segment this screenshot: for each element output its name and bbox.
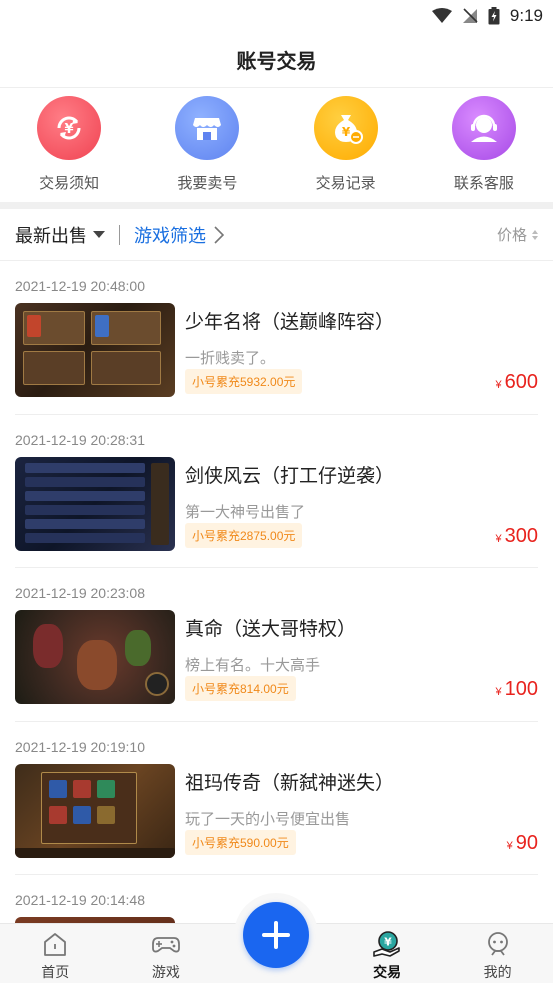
header: 账号交易 xyxy=(0,32,553,88)
sell-account-label: 我要卖号 xyxy=(177,175,238,192)
currency-symbol: ¥ xyxy=(506,839,513,852)
listing-description: 玩了一天的小号便宜出售 xyxy=(185,810,351,828)
plus-icon xyxy=(262,921,290,949)
tab-trade-label: 交易 xyxy=(373,964,402,980)
listing-date: 2021-12-19 20:48:00 xyxy=(15,278,145,294)
fab-container xyxy=(234,893,318,977)
trade-icon: ¥ xyxy=(373,931,400,957)
section-divider xyxy=(0,202,553,209)
quick-actions: ¥ 交易须知 我要卖号 ¥ 交易记录 联系客服 xyxy=(0,88,553,202)
listing-price: ¥100 xyxy=(496,678,539,701)
currency-symbol: ¥ xyxy=(495,686,502,698)
headset-icon xyxy=(451,96,516,160)
tab-games-label: 游戏 xyxy=(151,964,180,980)
listing-item[interactable]: 2021-12-19 20:48:00 少年名将（送巅峰阵容） 一折贱卖了。 小… xyxy=(15,261,538,415)
filter-bar: 最新出售 游戏筛选 价格 xyxy=(0,209,553,261)
listing-title: 祖玛传奇（新弑神迷失） xyxy=(185,772,395,794)
sort-icon xyxy=(532,229,538,240)
recharge-badge: 小号累充590.00元 xyxy=(185,829,296,855)
listing-date: 2021-12-19 20:28:31 xyxy=(15,431,145,448)
status-bar: 9:19 xyxy=(0,0,553,32)
svg-text:¥: ¥ xyxy=(65,122,74,137)
currency-symbol: ¥ xyxy=(495,532,502,545)
trade-records-label: 交易记录 xyxy=(315,175,376,192)
trade-notice-label: 交易须知 xyxy=(39,175,100,192)
listing-date: 2021-12-19 20:19:10 xyxy=(15,738,145,755)
profile-icon xyxy=(487,932,508,956)
home-icon xyxy=(44,933,67,956)
price-value: 300 xyxy=(504,524,538,547)
caret-down-icon xyxy=(93,231,105,238)
currency-symbol: ¥ xyxy=(495,379,502,391)
tab-home[interactable]: 首页 xyxy=(0,924,111,983)
no-signal-icon xyxy=(462,8,478,23)
gamepad-icon xyxy=(151,937,180,953)
listing-description: 一折贱卖了。 xyxy=(185,350,276,367)
filter-divider xyxy=(119,224,120,245)
tab-profile[interactable]: 我的 xyxy=(442,924,553,983)
listing-title: 少年名将（送巅峰阵容） xyxy=(185,312,395,333)
price-sort-button[interactable]: 价格 xyxy=(497,224,538,245)
recharge-badge: 小号累充5932.00元 xyxy=(185,369,303,394)
customer-service-label: 联系客服 xyxy=(453,175,514,192)
listing-thumbnail xyxy=(15,610,175,704)
sell-account-button[interactable]: 我要卖号 xyxy=(142,96,272,193)
listing-item[interactable]: 2021-12-19 20:23:08 真命（送大哥特权） 榜上有名。十大高手 … xyxy=(15,568,538,722)
chevron-right-icon xyxy=(214,225,224,244)
recharge-badge: 小号累充2875.00元 xyxy=(185,522,303,548)
wifi-icon xyxy=(431,8,452,23)
game-filter-label: 游戏筛选 xyxy=(134,225,206,246)
game-filter-button[interactable]: 游戏筛选 xyxy=(134,222,224,248)
listing-thumbnail xyxy=(15,763,175,858)
listing-thumbnail xyxy=(15,303,175,397)
shop-icon xyxy=(175,96,240,160)
price-value: 90 xyxy=(515,831,538,854)
listing-price: ¥90 xyxy=(507,832,538,855)
latest-sale-dropdown[interactable]: 最新出售 xyxy=(15,222,105,248)
customer-service-button[interactable]: 联系客服 xyxy=(419,96,549,193)
tab-profile-label: 我的 xyxy=(483,964,512,980)
price-value: 100 xyxy=(504,678,538,700)
listing-item[interactable]: 2021-12-19 20:19:10 祖玛传奇（新弑神迷失） 玩了一天的小号便… xyxy=(15,722,538,875)
tab-home-label: 首页 xyxy=(41,964,70,980)
status-time: 9:19 xyxy=(509,6,543,25)
trade-notice-button[interactable]: ¥ 交易须知 xyxy=(4,96,134,193)
listing-list: 2021-12-19 20:48:00 少年名将（送巅峰阵容） 一折贱卖了。 小… xyxy=(0,261,553,983)
listing-price: ¥300 xyxy=(496,525,539,548)
listing-date: 2021-12-19 20:23:08 xyxy=(15,585,145,601)
listing-description: 第一大神号出售了 xyxy=(185,503,306,521)
battery-icon xyxy=(488,7,500,25)
latest-sale-label: 最新出售 xyxy=(15,225,87,246)
listing-price: ¥600 xyxy=(496,371,539,394)
tab-trade[interactable]: ¥ 交易 xyxy=(332,924,443,983)
refresh-yen-icon: ¥ xyxy=(37,96,102,160)
price-value: 600 xyxy=(504,371,538,393)
listing-thumbnail xyxy=(15,456,175,551)
add-listing-button[interactable] xyxy=(243,902,309,968)
trade-records-button[interactable]: ¥ 交易记录 xyxy=(281,96,411,193)
recharge-badge: 小号累充814.00元 xyxy=(185,676,296,701)
money-bag-icon: ¥ xyxy=(313,96,378,160)
listing-item[interactable]: 2021-12-19 20:28:31 剑侠风云（打工仔逆袭） 第一大神号出售了… xyxy=(15,415,539,568)
listing-title: 剑侠风云（打工仔逆袭） xyxy=(185,465,395,487)
price-sort-label: 价格 xyxy=(496,227,527,244)
listing-description: 榜上有名。十大高手 xyxy=(185,657,321,674)
svg-text:¥: ¥ xyxy=(384,936,392,949)
tab-games[interactable]: 游戏 xyxy=(111,924,222,983)
listing-title: 真命（送大哥特权） xyxy=(185,619,357,640)
page-title: 账号交易 xyxy=(236,51,317,73)
